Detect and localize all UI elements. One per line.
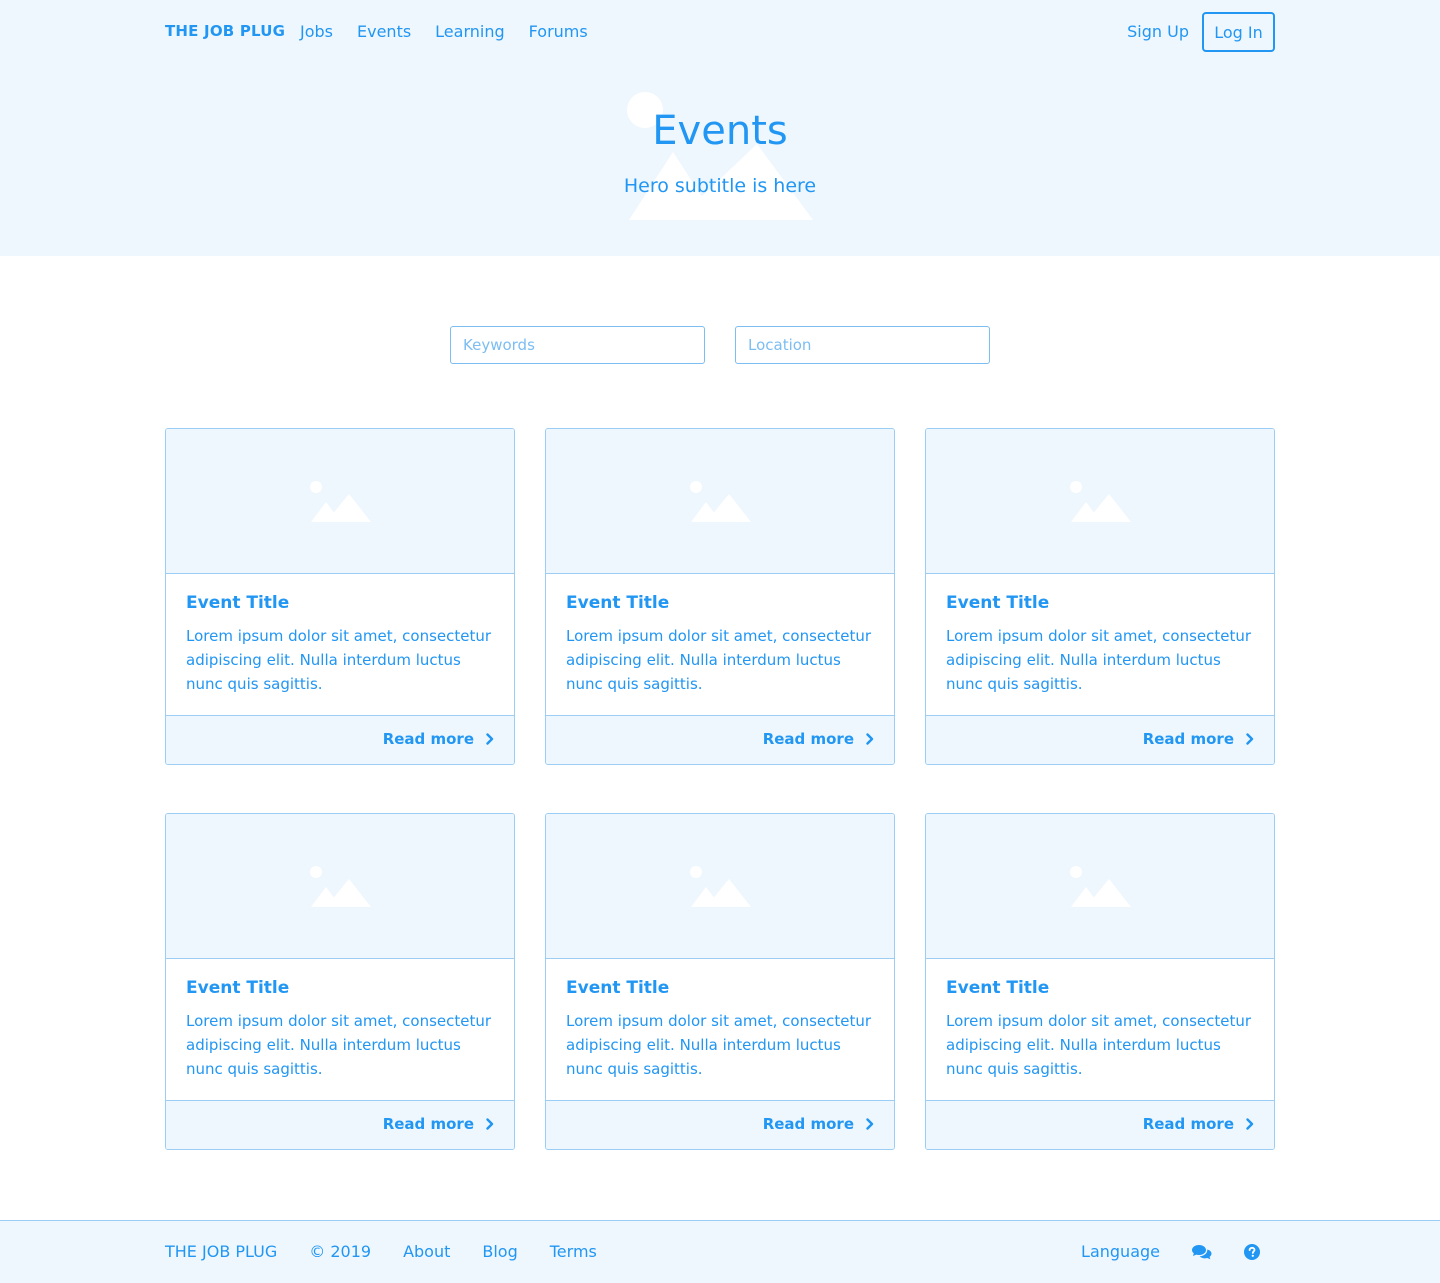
read-more-link[interactable]: Read more bbox=[763, 730, 874, 748]
read-more-label: Read more bbox=[762, 730, 854, 748]
top-nav: THE JOB PLUG Jobs Events Learning Forums… bbox=[165, 12, 1275, 52]
card-image-placeholder bbox=[926, 429, 1274, 574]
card-description: Lorem ipsum dolor sit amet, consectetur … bbox=[566, 1012, 872, 1078]
chevron-right-icon bbox=[866, 733, 874, 745]
image-placeholder-icon bbox=[1070, 481, 1131, 522]
read-more-label: Read more bbox=[382, 1115, 474, 1133]
page-title: Events bbox=[652, 108, 788, 154]
footer-links: THE JOB PLUG © 2019 About Blog Terms bbox=[165, 1242, 597, 1261]
read-more-label: Read more bbox=[1142, 1115, 1234, 1133]
footer-link-terms[interactable]: Terms bbox=[550, 1242, 597, 1261]
card-footer: Read more bbox=[926, 715, 1274, 764]
brand-logo[interactable]: THE JOB PLUG bbox=[165, 22, 285, 40]
log-in-button[interactable]: Log In bbox=[1202, 12, 1275, 52]
read-more-link[interactable]: Read more bbox=[1143, 1115, 1254, 1133]
read-more-link[interactable]: Read more bbox=[383, 1115, 494, 1133]
chevron-right-icon bbox=[1246, 1118, 1254, 1130]
image-placeholder-icon bbox=[690, 481, 751, 522]
hero-section: THE JOB PLUG Jobs Events Learning Forums… bbox=[0, 0, 1440, 256]
keywords-input[interactable] bbox=[450, 326, 705, 364]
card-description: Lorem ipsum dolor sit amet, consectetur … bbox=[186, 627, 492, 693]
read-more-link[interactable]: Read more bbox=[383, 730, 494, 748]
card-image-placeholder bbox=[546, 814, 894, 959]
card-footer: Read more bbox=[546, 715, 894, 764]
card-image-placeholder bbox=[546, 429, 894, 574]
footer-link-about[interactable]: About bbox=[403, 1242, 450, 1261]
footer-brand[interactable]: THE JOB PLUG bbox=[165, 1242, 277, 1261]
location-input[interactable] bbox=[735, 326, 990, 364]
card-footer: Read more bbox=[546, 1100, 894, 1149]
footer-link-blog[interactable]: Blog bbox=[482, 1242, 517, 1261]
sign-up-link[interactable]: Sign Up bbox=[1127, 22, 1189, 41]
language-selector[interactable]: Language bbox=[1081, 1242, 1160, 1261]
card-image-placeholder bbox=[166, 429, 514, 574]
event-card[interactable]: Event Title Lorem ipsum dolor sit amet, c… bbox=[545, 813, 895, 1150]
nav-item-jobs[interactable]: Jobs bbox=[300, 22, 333, 41]
card-description: Lorem ipsum dolor sit amet, consectetur … bbox=[566, 627, 872, 693]
card-title: Event Title bbox=[186, 978, 290, 998]
card-title: Event Title bbox=[946, 593, 1050, 613]
chevron-right-icon bbox=[1246, 733, 1254, 745]
chevron-right-icon bbox=[486, 1118, 494, 1130]
hero-subtitle: Hero subtitle is here bbox=[623, 175, 817, 197]
card-title: Event Title bbox=[186, 593, 290, 613]
card-title: Event Title bbox=[566, 593, 670, 613]
image-placeholder-icon bbox=[690, 866, 751, 907]
card-title: Event Title bbox=[946, 978, 1050, 998]
event-card[interactable]: Event Title Lorem ipsum dolor sit amet, c… bbox=[925, 813, 1275, 1150]
card-image-placeholder bbox=[166, 814, 514, 959]
help-icon[interactable] bbox=[1244, 1243, 1260, 1260]
read-more-link[interactable]: Read more bbox=[763, 1115, 874, 1133]
read-more-label: Read more bbox=[382, 730, 474, 748]
image-placeholder-icon bbox=[310, 866, 371, 907]
footer-utilities: Language bbox=[1081, 1242, 1260, 1261]
footer-copyright: © 2019 bbox=[309, 1242, 372, 1261]
event-card[interactable]: Event Title Lorem ipsum dolor sit amet, c… bbox=[165, 813, 515, 1150]
card-footer: Read more bbox=[926, 1100, 1274, 1149]
read-more-link[interactable]: Read more bbox=[1143, 730, 1254, 748]
read-more-label: Read more bbox=[762, 1115, 854, 1133]
nav-item-events[interactable]: Events bbox=[357, 22, 411, 41]
card-description: Lorem ipsum dolor sit amet, consectetur … bbox=[946, 1012, 1252, 1078]
footer: THE JOB PLUG © 2019 About Blog Terms Lan… bbox=[0, 1220, 1440, 1283]
nav-links: Jobs Events Learning Forums bbox=[300, 22, 588, 41]
chevron-right-icon bbox=[866, 1118, 874, 1130]
image-placeholder-icon bbox=[310, 481, 371, 522]
card-description: Lorem ipsum dolor sit amet, consectetur … bbox=[946, 627, 1252, 693]
image-placeholder-icon bbox=[1070, 866, 1131, 907]
chevron-right-icon bbox=[486, 733, 494, 745]
event-card[interactable]: Event Title Lorem ipsum dolor sit amet, c… bbox=[925, 428, 1275, 765]
chat-icon[interactable] bbox=[1192, 1244, 1212, 1260]
card-footer: Read more bbox=[166, 715, 514, 764]
card-image-placeholder bbox=[926, 814, 1274, 959]
event-card[interactable]: Event Title Lorem ipsum dolor sit amet, c… bbox=[165, 428, 515, 765]
card-title: Event Title bbox=[566, 978, 670, 998]
card-description: Lorem ipsum dolor sit amet, consectetur … bbox=[186, 1012, 492, 1078]
card-footer: Read more bbox=[166, 1100, 514, 1149]
read-more-label: Read more bbox=[1142, 730, 1234, 748]
event-card[interactable]: Event Title Lorem ipsum dolor sit amet, c… bbox=[545, 428, 895, 765]
nav-item-forums[interactable]: Forums bbox=[529, 22, 588, 41]
nav-item-learning[interactable]: Learning bbox=[435, 22, 504, 41]
